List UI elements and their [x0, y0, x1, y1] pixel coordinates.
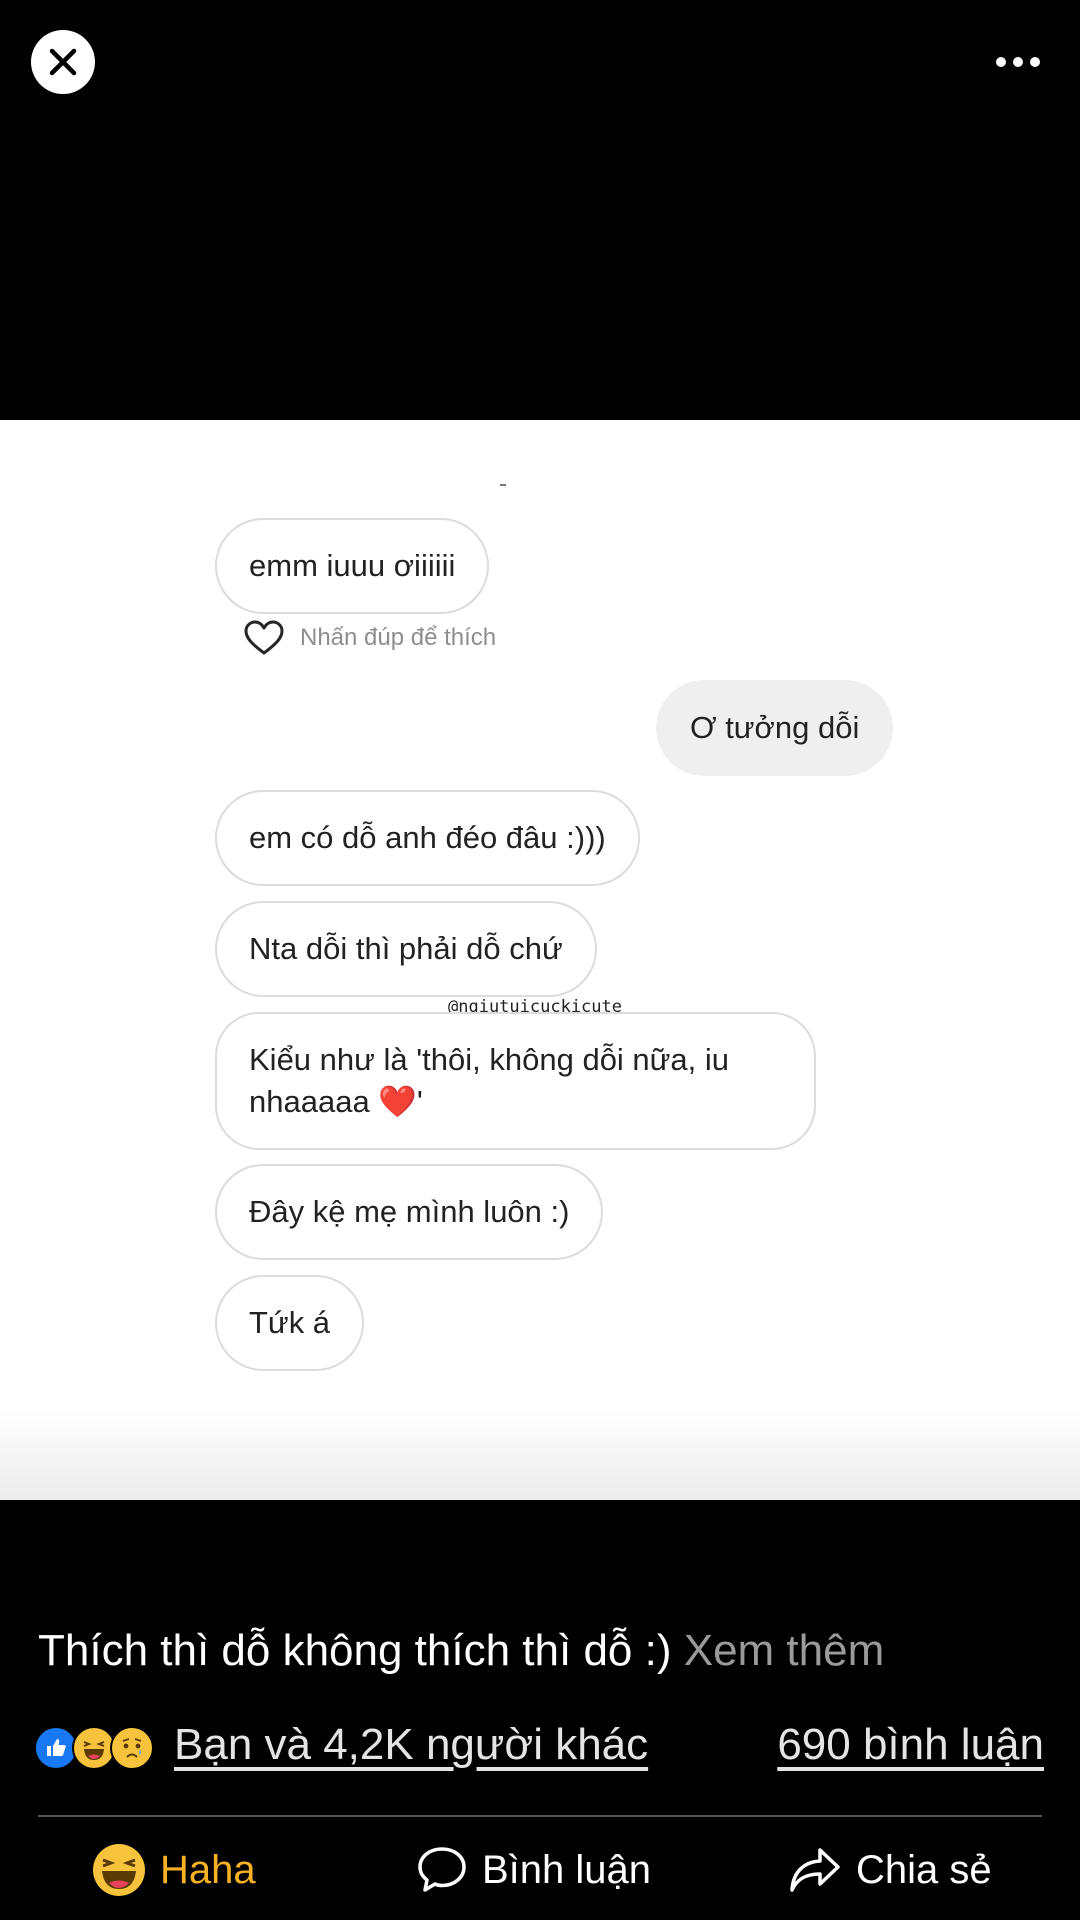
message-bubble: Đây kệ mẹ mình luôn :): [215, 1164, 604, 1260]
more-horizontal-icon: [996, 57, 1040, 67]
caption-text: Thích thì dỗ không thích thì dỗ :): [38, 1626, 672, 1675]
message-text: Đây kệ mẹ mình luôn :): [249, 1194, 570, 1229]
decorative-mark: [500, 484, 506, 486]
message-text: emm iuuu ơiiiiii: [249, 548, 456, 583]
double-tap-like-hint[interactable]: Nhấn đúp để thích: [244, 620, 496, 656]
post-photo[interactable]: emm iuuu ơiiiiii Nhấn đúp để thích Ơ tưở…: [0, 420, 1080, 1500]
comment-button[interactable]: Bình luận: [416, 1835, 651, 1905]
close-icon: [49, 48, 77, 76]
message-text: Nta dỗi thì phải dỗ chứ: [249, 931, 563, 966]
message-text: Kiểu như là 'thôi, không dỗi nữa, iu nha…: [249, 1042, 730, 1119]
see-more-link[interactable]: Xem thêm: [684, 1626, 885, 1675]
message-bubble: emm iuuu ơiiiiii: [215, 518, 490, 614]
comments-count-link[interactable]: 690 bình luận: [777, 1720, 1044, 1770]
heart-outline-icon: [244, 620, 284, 655]
comment-icon: [418, 1847, 466, 1892]
post-action-bar: Haha Bình luận Chia sẻ: [0, 1835, 1080, 1905]
reactions-row: Bạn và 4,2K người khác 690 bình luận: [34, 1720, 1044, 1776]
like-hint-text: Nhấn đúp để thích: [300, 624, 497, 651]
post-caption: Thích thì dỗ không thích thì dỗ :) Xem t…: [38, 1626, 884, 1676]
message-bubble: Nta dỗi thì phải dỗ chứ: [215, 901, 597, 997]
my-message-bubble: Ơ tưởng dỗi: [656, 680, 894, 776]
reactions-summary-link[interactable]: Bạn và 4,2K người khác: [174, 1720, 648, 1770]
divider: [38, 1815, 1042, 1817]
share-button[interactable]: Chia sẻ: [788, 1835, 992, 1905]
message-bubble: Kiểu như là 'thôi, không dỗi nữa, iu nha…: [215, 1012, 816, 1150]
sad-icon: [110, 1726, 154, 1770]
message-bubble: em có dỗ anh đéo đâu :))): [215, 790, 640, 886]
message-text: Tứk á: [249, 1305, 331, 1340]
more-options-button[interactable]: [988, 44, 1048, 80]
message-text: em có dỗ anh đéo đâu :))): [249, 820, 606, 855]
message-text: Ơ tưởng dỗi: [690, 710, 860, 745]
comment-label: Bình luận: [482, 1847, 652, 1892]
reaction-icons[interactable]: [34, 1726, 154, 1770]
message-bubble: Tứk á: [215, 1275, 365, 1371]
haha-reaction-button[interactable]: Haha: [92, 1835, 256, 1905]
share-label: Chia sẻ: [856, 1847, 992, 1892]
haha-icon: [93, 1844, 145, 1896]
close-button[interactable]: [31, 30, 95, 94]
red-heart-emoji: ❤️: [378, 1084, 417, 1119]
haha-label: Haha: [160, 1847, 256, 1892]
share-icon: [790, 1848, 840, 1892]
